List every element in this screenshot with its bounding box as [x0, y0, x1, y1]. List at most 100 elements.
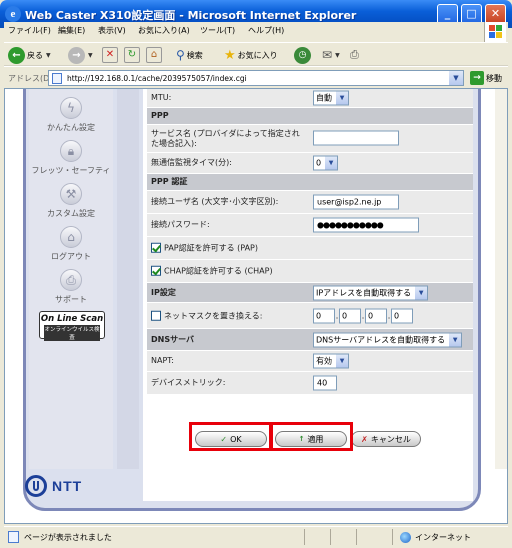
- stop-icon: ✕: [102, 47, 118, 63]
- sidebar-divider: [117, 89, 139, 469]
- sidebar-item-support[interactable]: ⎙ サポート: [29, 269, 113, 305]
- go-label: 移動: [486, 73, 502, 83]
- sidebar-item-label: カスタム設定: [47, 209, 95, 218]
- menu-help[interactable]: ヘルプ(H): [248, 25, 284, 36]
- vertical-scrollbar[interactable]: [495, 89, 507, 469]
- menu-file[interactable]: ファイル(F): [8, 25, 51, 36]
- napt-select[interactable]: 有効 ▼: [313, 353, 349, 369]
- username-label: 接続ユーザ名 (大文字･小文字区別):: [151, 197, 279, 206]
- napt-label: NAPT:: [151, 356, 174, 365]
- refresh-icon: ↻: [124, 47, 140, 63]
- dns-mode-select[interactable]: DNSサーバアドレスを自動取得する ▼: [313, 332, 463, 347]
- menu-view[interactable]: 表示(V): [98, 25, 126, 36]
- apply-highlight-box: [269, 422, 353, 451]
- address-url: http://192.168.0.1/cache/2039575057/inde…: [67, 74, 247, 83]
- favorites-label: お気に入り: [237, 50, 278, 60]
- mtu-select[interactable]: 自動 ▼: [313, 90, 349, 106]
- sidebar: ϟ かんたん設定 🔒︎ フレッツ・セーフティ ⚒ カスタム設定 ⌂ ログアウト …: [29, 89, 113, 469]
- pap-label: PAP認証を許可する (PAP): [164, 243, 259, 253]
- address-input[interactable]: http://192.168.0.1/cache/2039575057/inde…: [48, 70, 464, 86]
- history-icon: ◷: [294, 46, 311, 64]
- sidebar-item-custom-setup[interactable]: ⚒ カスタム設定: [29, 183, 113, 219]
- menu-bar: ファイル(F) 編集(E) 表示(V) お気に入り(A) ツール(T) ヘルプ(…: [4, 22, 508, 42]
- mail-icon: ✉: [322, 48, 333, 62]
- tools-icon: ⚒: [60, 183, 82, 205]
- netmask-checkbox[interactable]: [151, 310, 161, 321]
- go-button[interactable]: → 移動: [470, 71, 502, 85]
- username-input[interactable]: user@isp2.ne.jp: [313, 194, 399, 210]
- history-button[interactable]: ◷: [294, 46, 311, 64]
- netmask-row: ネットマスクを置き換える: 0.0.0.0: [147, 303, 473, 329]
- chevron-down-icon: ▼: [336, 354, 348, 368]
- ppp-auth-header-label: PPP 認証: [151, 177, 188, 186]
- idle-timer-label: 無通信監視タイマ(分):: [151, 158, 232, 167]
- menu-favorites[interactable]: お気に入り(A): [138, 25, 190, 36]
- toolbar: ← 戻る ▼ → ▼ ✕ ↻ ⌂ ⚲ 検索 ★ お気に入り ◷ ✉ ▼ ⎙: [4, 42, 508, 66]
- print-button[interactable]: ⎙: [350, 46, 359, 64]
- page-icon: [52, 73, 62, 84]
- cancel-button[interactable]: ✗ キャンセル: [351, 431, 421, 447]
- sidebar-item-logout[interactable]: ⌂ ログアウト: [29, 226, 113, 262]
- netmask-octet-1[interactable]: 0: [313, 308, 335, 323]
- page-icon: [8, 531, 19, 543]
- netmask-octet-2[interactable]: 0: [339, 308, 361, 323]
- ntt-logo: NTT: [25, 475, 82, 497]
- idle-timer-select[interactable]: 0 ▼: [313, 155, 339, 171]
- password-label: 接続パスワード:: [151, 220, 210, 229]
- dns-header-label: DNSサーバ: [151, 334, 195, 344]
- ip-header-label: IP設定: [151, 287, 176, 297]
- service-name-row: サービス名 (プロバイダによって指定された場合記入):: [147, 125, 473, 153]
- online-scan-banner[interactable]: On Line Scan オンラインウイルス検査: [39, 311, 105, 341]
- address-bar: アドレス(D) http://192.168.0.1/cache/2039575…: [4, 66, 508, 88]
- status-text: ページが表示されました: [24, 533, 112, 542]
- page-content: ϟ かんたん設定 🔒︎ フレッツ・セーフティ ⚒ カスタム設定 ⌂ ログアウト …: [4, 88, 508, 524]
- service-name-input[interactable]: [313, 130, 399, 145]
- windows-flag-icon: [484, 22, 506, 42]
- ip-mode-select[interactable]: IPアドレスを自動取得する ▼: [313, 285, 429, 300]
- username-row: 接続ユーザ名 (大文字･小文字区別): user@isp2.ne.jp: [147, 191, 473, 214]
- menu-tools[interactable]: ツール(T): [200, 25, 235, 36]
- online-scan-title: On Line Scan: [40, 314, 104, 324]
- stop-button[interactable]: ✕: [102, 46, 118, 64]
- home-button[interactable]: ⌂: [146, 46, 162, 64]
- ntt-logo-icon: [25, 475, 47, 497]
- dropdown-caret-icon: ▼: [88, 51, 93, 59]
- netmask-octet-3[interactable]: 0: [365, 308, 387, 323]
- ip-section-header: IP設定 IPアドレスを自動取得する ▼: [147, 283, 473, 303]
- back-button[interactable]: ← 戻る ▼: [8, 46, 51, 64]
- ppp-section-header: PPP: [147, 108, 473, 125]
- menu-edit[interactable]: 編集(E): [58, 25, 85, 36]
- mail-button[interactable]: ✉ ▼: [322, 46, 340, 64]
- netmask-octet-4[interactable]: 0: [391, 308, 413, 323]
- refresh-button[interactable]: ↻: [124, 46, 140, 64]
- address-label: アドレス(D): [8, 74, 53, 83]
- favorites-button[interactable]: ★ お気に入り: [224, 46, 278, 64]
- printer-icon: ⎙: [60, 269, 82, 291]
- service-name-label: サービス名 (プロバイダによって指定された場合記入):: [151, 128, 300, 148]
- address-dropdown-button[interactable]: ▼: [449, 71, 463, 85]
- ppp-header-label: PPP: [151, 111, 169, 120]
- status-bar: ページが表示されました インターネット: [4, 526, 508, 546]
- sidebar-item-flets-safety[interactable]: 🔒︎ フレッツ・セーフティ: [29, 140, 113, 176]
- mtu-row: MTU: 自動 ▼: [147, 89, 473, 108]
- star-icon: ★: [224, 47, 236, 63]
- napt-row: NAPT: 有効 ▼: [147, 351, 473, 372]
- pap-checkbox[interactable]: [151, 242, 161, 253]
- ok-highlight-box: [189, 422, 273, 451]
- sidebar-item-label: フレッツ・セーフティ: [31, 166, 111, 175]
- search-label: 検索: [186, 50, 203, 60]
- chevron-down-icon: ▼: [449, 333, 462, 346]
- search-icon: ⚲: [176, 48, 185, 62]
- metric-input[interactable]: 40: [313, 375, 337, 391]
- forward-button[interactable]: → ▼: [68, 46, 93, 64]
- chap-checkbox[interactable]: [151, 265, 161, 276]
- ppp-auth-section-header: PPP 認証: [147, 174, 473, 191]
- globe-icon: [400, 532, 411, 543]
- house-icon: ⌂: [60, 226, 82, 248]
- lock-icon: 🔒︎: [60, 140, 82, 162]
- search-button[interactable]: ⚲ 検索: [176, 46, 203, 64]
- netmask-label: ネットマスクを置き換える:: [164, 310, 263, 320]
- password-input[interactable]: ●●●●●●●●●●●: [313, 217, 419, 233]
- sidebar-item-easy-setup[interactable]: ϟ かんたん設定: [29, 97, 113, 133]
- home-icon: ⌂: [146, 47, 162, 63]
